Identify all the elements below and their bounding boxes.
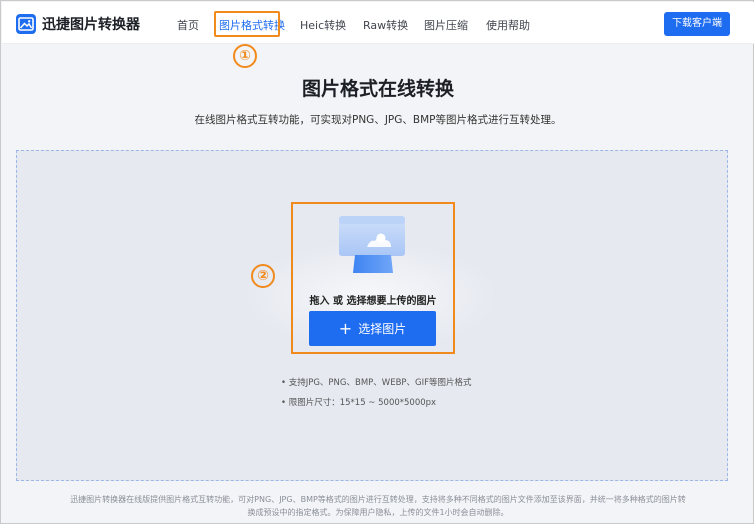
select-image-button[interactable]: + 选择图片	[309, 311, 436, 346]
nav-heic-convert[interactable]: Heic转换	[300, 17, 346, 33]
app-window: 迅捷图片转换器 首页 图片格式转换 Heic转换 Raw转换 图片压缩 使用帮助…	[0, 0, 754, 524]
page-title: 图片格式在线转换	[301, 78, 454, 100]
step-marker-2: ②	[251, 264, 275, 288]
nav-highlight-box	[214, 11, 280, 37]
nav-image-compress[interactable]: 图片压缩	[424, 17, 468, 33]
select-image-label: 选择图片	[358, 322, 407, 336]
footer-line-2: 换成预设中的指定格式。为保障用户隐私，上传的文件1小时会自动删除。	[247, 508, 509, 517]
step-marker-1: ①	[233, 44, 257, 68]
image-icon[interactable]	[16, 14, 36, 34]
size-hint: • 限图片尺寸：15*15 ~ 5000*5000px	[281, 398, 437, 408]
nav-raw-convert[interactable]: Raw转换	[363, 17, 408, 33]
upload-prompt: 拖入 或 选择想要上传的图片	[309, 296, 437, 307]
page-subtitle: 在线图片格式互转功能，可实现对PNG、JPG、BMP等图片格式进行互转处理。	[194, 114, 562, 126]
download-client-button[interactable]: 下载客户端	[664, 12, 730, 36]
top-header: 迅捷图片转换器 首页 图片格式转换 Heic转换 Raw转换 图片压缩 使用帮助…	[2, 2, 754, 44]
footer-line-1: 迅捷图片转换器在线版提供图片格式互转功能，可对PNG、JPG、BMP等格式的图片…	[70, 495, 686, 504]
plus-icon: +	[338, 319, 353, 338]
footer-description: 迅捷图片转换器在线版提供图片格式互转功能，可对PNG、JPG、BMP等格式的图片…	[41, 493, 715, 519]
nav-home[interactable]: 首页	[177, 17, 199, 33]
brand-name[interactable]: 迅捷图片转换器	[42, 14, 140, 34]
nav-help[interactable]: 使用帮助	[486, 17, 530, 33]
format-hint: • 支持JPG、PNG、BMP、WEBP、GIF等图片格式	[281, 378, 472, 388]
